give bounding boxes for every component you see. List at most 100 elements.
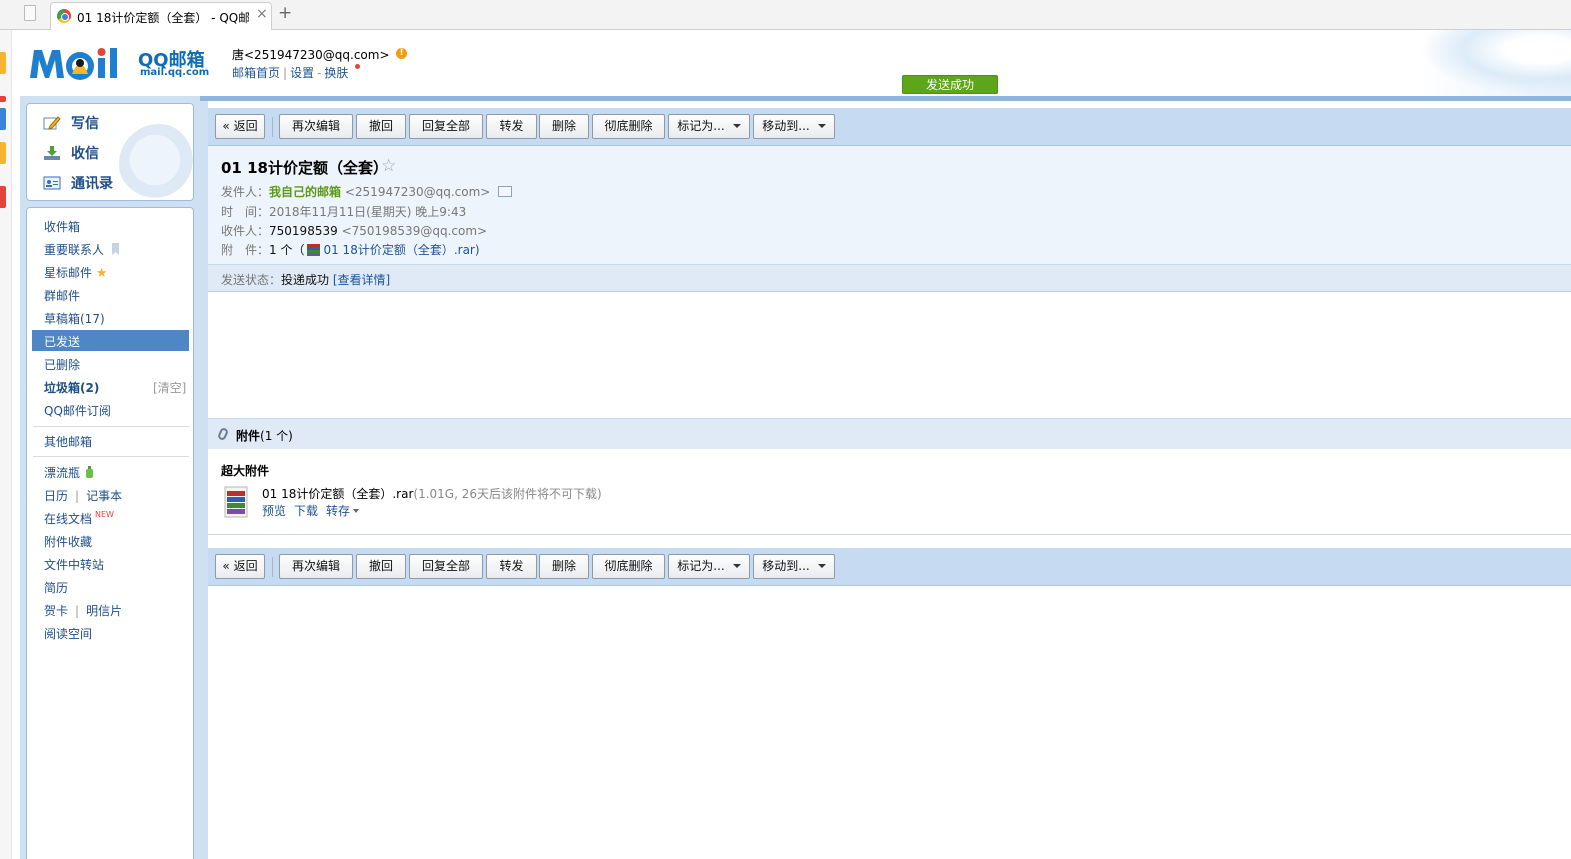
user-links: 邮箱首页 | 设置 - 换肤 <box>232 66 349 80</box>
app-reading[interactable]: 阅读空间 <box>44 625 92 642</box>
folder-subscribe[interactable]: QQ邮件订阅 <box>44 402 111 419</box>
reedit-button[interactable]: 再次编辑 <box>279 554 353 579</box>
mail-logo-icon[interactable] <box>28 44 138 84</box>
folder-inbox[interactable]: 收件箱 <box>44 218 80 235</box>
warning-icon[interactable]: ! <box>396 48 407 59</box>
chevron-down-icon <box>732 124 741 128</box>
reedit-button[interactable]: 再次编辑 <box>279 114 353 139</box>
divider <box>33 426 189 427</box>
penguin-watermark-icon <box>119 124 193 200</box>
status-value: 投递成功 <box>281 273 330 287</box>
mark-as-dropdown[interactable]: 标记为... <box>668 114 750 139</box>
to-name[interactable]: 750198539 <box>269 224 338 238</box>
delivery-status: 发送状态：投递成功 [查看详情] <box>221 271 390 288</box>
folder-other[interactable]: 其他邮箱 <box>44 433 92 450</box>
back-button[interactable]: « 返回 <box>215 554 265 579</box>
divider <box>33 456 189 457</box>
attachment-file: 01 18计价定额（全套）.rar(1.01G, 26天后该附件将不可下载) <box>262 485 602 502</box>
app-card-postcard: 贺卡 | 明信片 <box>44 604 123 618</box>
settings-link[interactable]: 设置 <box>290 66 314 80</box>
download-link[interactable]: 下载 <box>294 502 318 519</box>
mail-toolbar-bottom: « 返回 再次编辑 撤回 回复全部 转发 删除 彻底删除 标记为... 移动到.… <box>208 548 1571 586</box>
folder-spam[interactable]: 垃圾箱(2) <box>44 379 99 396</box>
app-docs[interactable]: 在线文档 NEW <box>44 510 114 527</box>
app-calendar-notes: 日历 | 记事本 <box>44 489 123 503</box>
recall-button[interactable]: 撤回 <box>356 114 406 139</box>
contact-card-icon <box>43 175 61 191</box>
app-calendar[interactable]: 日历 <box>44 489 68 503</box>
from-label: 发件人： <box>221 185 270 199</box>
move-to-label: 移动到... <box>762 119 810 133</box>
change-skin-link[interactable]: 换肤 <box>324 66 348 80</box>
mail-subject: 01 18计价定额（全套） <box>221 159 388 177</box>
from-name[interactable]: 我自己的邮箱 <box>269 185 341 199</box>
reply-all-button[interactable]: 回复全部 <box>409 114 483 139</box>
receive-button[interactable]: 收信 <box>43 142 99 164</box>
browser-tab-bar: 01 18计价定额（全套） - QQ邮 × + <box>0 0 1571 30</box>
app-bottle[interactable]: 漂流瓶 <box>44 464 93 481</box>
attachment-link[interactable]: 01 18计价定额（全套）.rar) <box>323 243 479 257</box>
folder-drafts[interactable]: 草稿箱(17) <box>44 310 105 327</box>
attachment-label: 附 件： <box>221 243 270 257</box>
app-attachment-fav[interactable]: 附件收藏 <box>44 533 92 550</box>
attachment-count: 1 个（ <box>269 243 305 257</box>
app-postcard[interactable]: 明信片 <box>86 604 122 618</box>
app-resume[interactable]: 简历 <box>44 579 68 596</box>
forward-button[interactable]: 转发 <box>486 114 537 139</box>
app-file-transfer[interactable]: 文件中转站 <box>44 556 104 573</box>
forward-button[interactable]: 转发 <box>486 554 537 579</box>
strip-tab[interactable] <box>0 142 6 164</box>
clear-spam-link[interactable]: [清空] <box>153 379 186 396</box>
page-icon[interactable] <box>24 5 36 21</box>
strip-tab[interactable] <box>0 186 6 208</box>
folder-deleted[interactable]: 已删除 <box>44 356 80 373</box>
browser-tab[interactable]: 01 18计价定额（全套） - QQ邮 × <box>50 2 272 30</box>
time-value: 2018年11月11日(星期天) 晚上9:43 <box>269 205 467 219</box>
tab-title: 01 18计价定额（全套） - QQ邮 <box>77 11 249 25</box>
strip-tab[interactable] <box>0 52 6 74</box>
app-card[interactable]: 贺卡 <box>44 604 68 618</box>
rar-archive-icon[interactable] <box>222 486 250 518</box>
mailbox-home-link[interactable]: 邮箱首页 <box>232 66 280 80</box>
save-to-dropdown[interactable]: 转存 <box>326 502 360 519</box>
mark-as-dropdown[interactable]: 标记为... <box>668 554 750 579</box>
star-outline-icon[interactable]: ☆ <box>381 156 396 176</box>
mail-from: 发件人：我自己的邮箱 <251947230@qq.com> <box>221 183 513 200</box>
big-attachment-label: 超大附件 <box>221 464 270 478</box>
compose-button[interactable]: 写信 <box>43 112 99 134</box>
delete-button[interactable]: 删除 <box>539 554 589 579</box>
mark-as-label: 标记为... <box>677 559 725 573</box>
move-to-dropdown[interactable]: 移动到... <box>753 554 835 579</box>
delete-permanent-button[interactable]: 彻底删除 <box>592 114 665 139</box>
tab-close-icon[interactable]: × <box>256 6 268 22</box>
move-to-label: 移动到... <box>762 559 810 573</box>
preview-link[interactable]: 预览 <box>262 502 286 519</box>
strip-tab[interactable] <box>0 108 6 130</box>
bottle-icon <box>85 466 93 478</box>
strip-tab[interactable] <box>0 96 6 102</box>
delete-permanent-button[interactable]: 彻底删除 <box>592 554 665 579</box>
move-to-dropdown[interactable]: 移动到... <box>753 114 835 139</box>
back-button[interactable]: « 返回 <box>215 114 265 139</box>
folder-group[interactable]: 群邮件 <box>44 287 80 304</box>
folder-sent[interactable]: 已发送 <box>44 333 80 350</box>
chevron-down-icon <box>353 509 360 513</box>
toolbar-divider <box>272 557 273 577</box>
delete-button[interactable]: 删除 <box>539 114 589 139</box>
from-address: <251947230@qq.com> <box>344 185 491 199</box>
reply-all-button[interactable]: 回复全部 <box>409 554 483 579</box>
folder-starred[interactable]: 星标邮件 ★ <box>44 264 108 281</box>
new-tab-icon[interactable]: + <box>278 3 292 23</box>
app-notes[interactable]: 记事本 <box>86 489 122 503</box>
to-label: 收件人： <box>221 224 270 238</box>
header-decoration <box>1420 30 1571 96</box>
logo-domain: mail.qq.com <box>140 67 210 78</box>
contacts-button[interactable]: 通讯录 <box>43 172 113 194</box>
contact-card-icon[interactable] <box>498 186 513 197</box>
status-detail-link[interactable]: [查看详情] <box>333 273 390 287</box>
browser-favicon-icon <box>57 9 71 23</box>
send-success-toast: 发送成功 <box>902 75 998 94</box>
recall-button[interactable]: 撤回 <box>356 554 406 579</box>
folder-vip[interactable]: 重要联系人 <box>44 241 120 258</box>
user-email: 唐<251947230@qq.com> <box>232 48 390 62</box>
